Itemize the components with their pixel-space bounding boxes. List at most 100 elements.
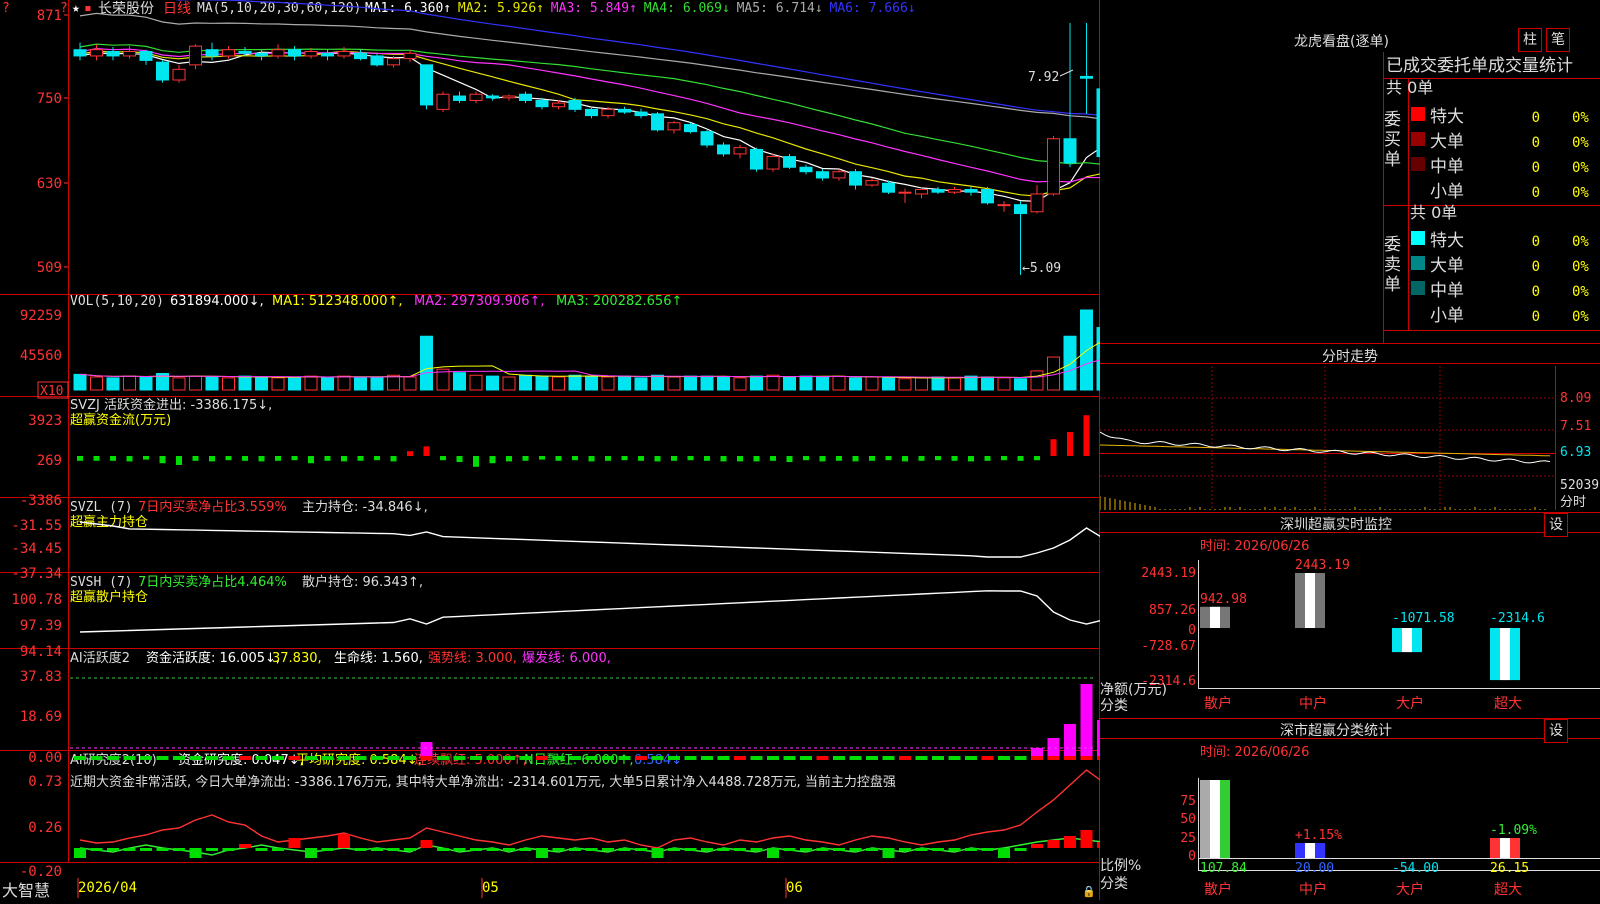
- fund-flow-bar: [968, 456, 974, 461]
- chart-area[interactable]: 871 750 630 509 92259 45560 3923 269 -33…: [0, 0, 1100, 900]
- candle-body[interactable]: [751, 149, 763, 169]
- candle-body[interactable]: [619, 109, 631, 112]
- candle-body[interactable]: [569, 100, 581, 109]
- candle-body[interactable]: [982, 190, 994, 203]
- candle-body[interactable]: [223, 50, 235, 56]
- candle-body[interactable]: [916, 190, 928, 194]
- research-bar: [239, 844, 251, 848]
- candle-body[interactable]: [652, 114, 664, 130]
- candle-body[interactable]: [932, 190, 944, 193]
- candle-body[interactable]: [635, 112, 647, 116]
- candle-body[interactable]: [289, 50, 301, 56]
- candle-body[interactable]: [866, 181, 878, 185]
- candle-body[interactable]: [437, 94, 449, 109]
- volume-bar: [718, 377, 730, 390]
- candle-body[interactable]: [124, 51, 136, 55]
- research-bar: [536, 848, 548, 858]
- ma-value-4: MA4: 6.069↓: [644, 1, 730, 16]
- candle-body[interactable]: [701, 132, 713, 145]
- stroke-mode-button[interactable]: 笔: [1546, 28, 1570, 52]
- candle-body[interactable]: [833, 172, 845, 178]
- svzl-tick-1: -34.45: [11, 541, 62, 557]
- candle-body[interactable]: [388, 59, 400, 65]
- volume-bar: [685, 376, 697, 390]
- candle-body[interactable]: [157, 62, 169, 80]
- candle-body[interactable]: [272, 50, 284, 56]
- candle-body[interactable]: [536, 100, 548, 106]
- candle-body[interactable]: [685, 125, 697, 132]
- candle-body[interactable]: [718, 145, 730, 154]
- classify-settings-button[interactable]: 设: [1544, 719, 1568, 743]
- fund-flow-bar: [655, 456, 661, 461]
- classify-bar: [1220, 780, 1230, 858]
- candle-body[interactable]: [998, 205, 1010, 206]
- candle-body[interactable]: [1015, 205, 1027, 214]
- candle-body[interactable]: [206, 50, 218, 56]
- research-bar: [916, 848, 928, 851]
- candle-body[interactable]: [767, 157, 779, 169]
- candle-body[interactable]: [173, 69, 185, 80]
- volume-bar: [487, 376, 499, 390]
- candle-body[interactable]: [140, 51, 152, 60]
- candle-body[interactable]: [1048, 139, 1060, 194]
- candle-body[interactable]: [190, 46, 202, 65]
- order-count: 0: [1532, 234, 1540, 250]
- candle-body[interactable]: [503, 96, 515, 98]
- candle-body[interactable]: [322, 53, 334, 56]
- candle-body[interactable]: [454, 96, 466, 100]
- candle-body[interactable]: [256, 53, 268, 56]
- candle-body[interactable]: [107, 51, 119, 55]
- candle-body[interactable]: [487, 96, 499, 98]
- candle-body[interactable]: [74, 50, 86, 56]
- period-label[interactable]: 日线: [163, 1, 191, 17]
- volume-bar: [536, 376, 548, 390]
- lhb-title: 龙虎看盘(逐单): [1294, 33, 1389, 50]
- candle-body[interactable]: [1031, 194, 1043, 212]
- activity-base-bar: [1031, 756, 1043, 760]
- candle-body[interactable]: [421, 65, 433, 105]
- candle-body[interactable]: [404, 53, 416, 58]
- monitor-x-caption: 分类: [1100, 698, 1128, 714]
- candle-body[interactable]: [470, 94, 482, 100]
- candle-body[interactable]: [949, 190, 961, 193]
- candle-body[interactable]: [784, 157, 796, 168]
- monitor-value-label: 2443.19: [1295, 558, 1350, 573]
- candle-body[interactable]: [338, 51, 350, 55]
- volume-bar: [91, 377, 103, 390]
- candle-body[interactable]: [602, 109, 614, 115]
- fund-flow-bar: [275, 456, 281, 461]
- monitor-value-label: 942.98: [1200, 592, 1247, 607]
- brand-logo[interactable]: 大智慧: [2, 881, 50, 900]
- candle-body[interactable]: [239, 51, 251, 53]
- research-bar: [388, 848, 400, 851]
- candle-body[interactable]: [817, 172, 829, 178]
- candle-body[interactable]: [91, 50, 103, 56]
- candle-body[interactable]: [553, 103, 565, 107]
- candle-body[interactable]: [800, 167, 812, 171]
- candle-body[interactable]: [355, 53, 367, 58]
- research-bar: [652, 848, 664, 858]
- fund-flow-bar: [407, 451, 413, 456]
- candle-body[interactable]: [371, 56, 383, 65]
- header-item-0: 资金活跃度: 16.005↓,: [146, 650, 280, 666]
- star-icon[interactable]: ★: [72, 1, 80, 16]
- order-pct: 0%: [1572, 185, 1589, 201]
- monitor-settings-button[interactable]: 设: [1544, 513, 1568, 537]
- candle-body[interactable]: [305, 51, 317, 55]
- candle-body[interactable]: [965, 190, 977, 193]
- candle-body[interactable]: [883, 183, 895, 192]
- candle-body[interactable]: [1081, 76, 1093, 78]
- candle-body[interactable]: [586, 109, 598, 115]
- candle-body[interactable]: [1064, 139, 1076, 163]
- activity-base-bar: [619, 756, 631, 760]
- candle-body[interactable]: [734, 148, 746, 154]
- order-count: 0: [1532, 259, 1540, 275]
- research-bar: [140, 848, 152, 851]
- research-bar: [800, 848, 812, 851]
- monitor-value-label: -1071.58: [1392, 611, 1455, 626]
- bar-mode-button[interactable]: 柱: [1518, 28, 1542, 52]
- candle-body[interactable]: [520, 94, 532, 100]
- candle-body[interactable]: [850, 172, 862, 185]
- candle-body[interactable]: [668, 123, 680, 130]
- candle-body[interactable]: [899, 192, 911, 193]
